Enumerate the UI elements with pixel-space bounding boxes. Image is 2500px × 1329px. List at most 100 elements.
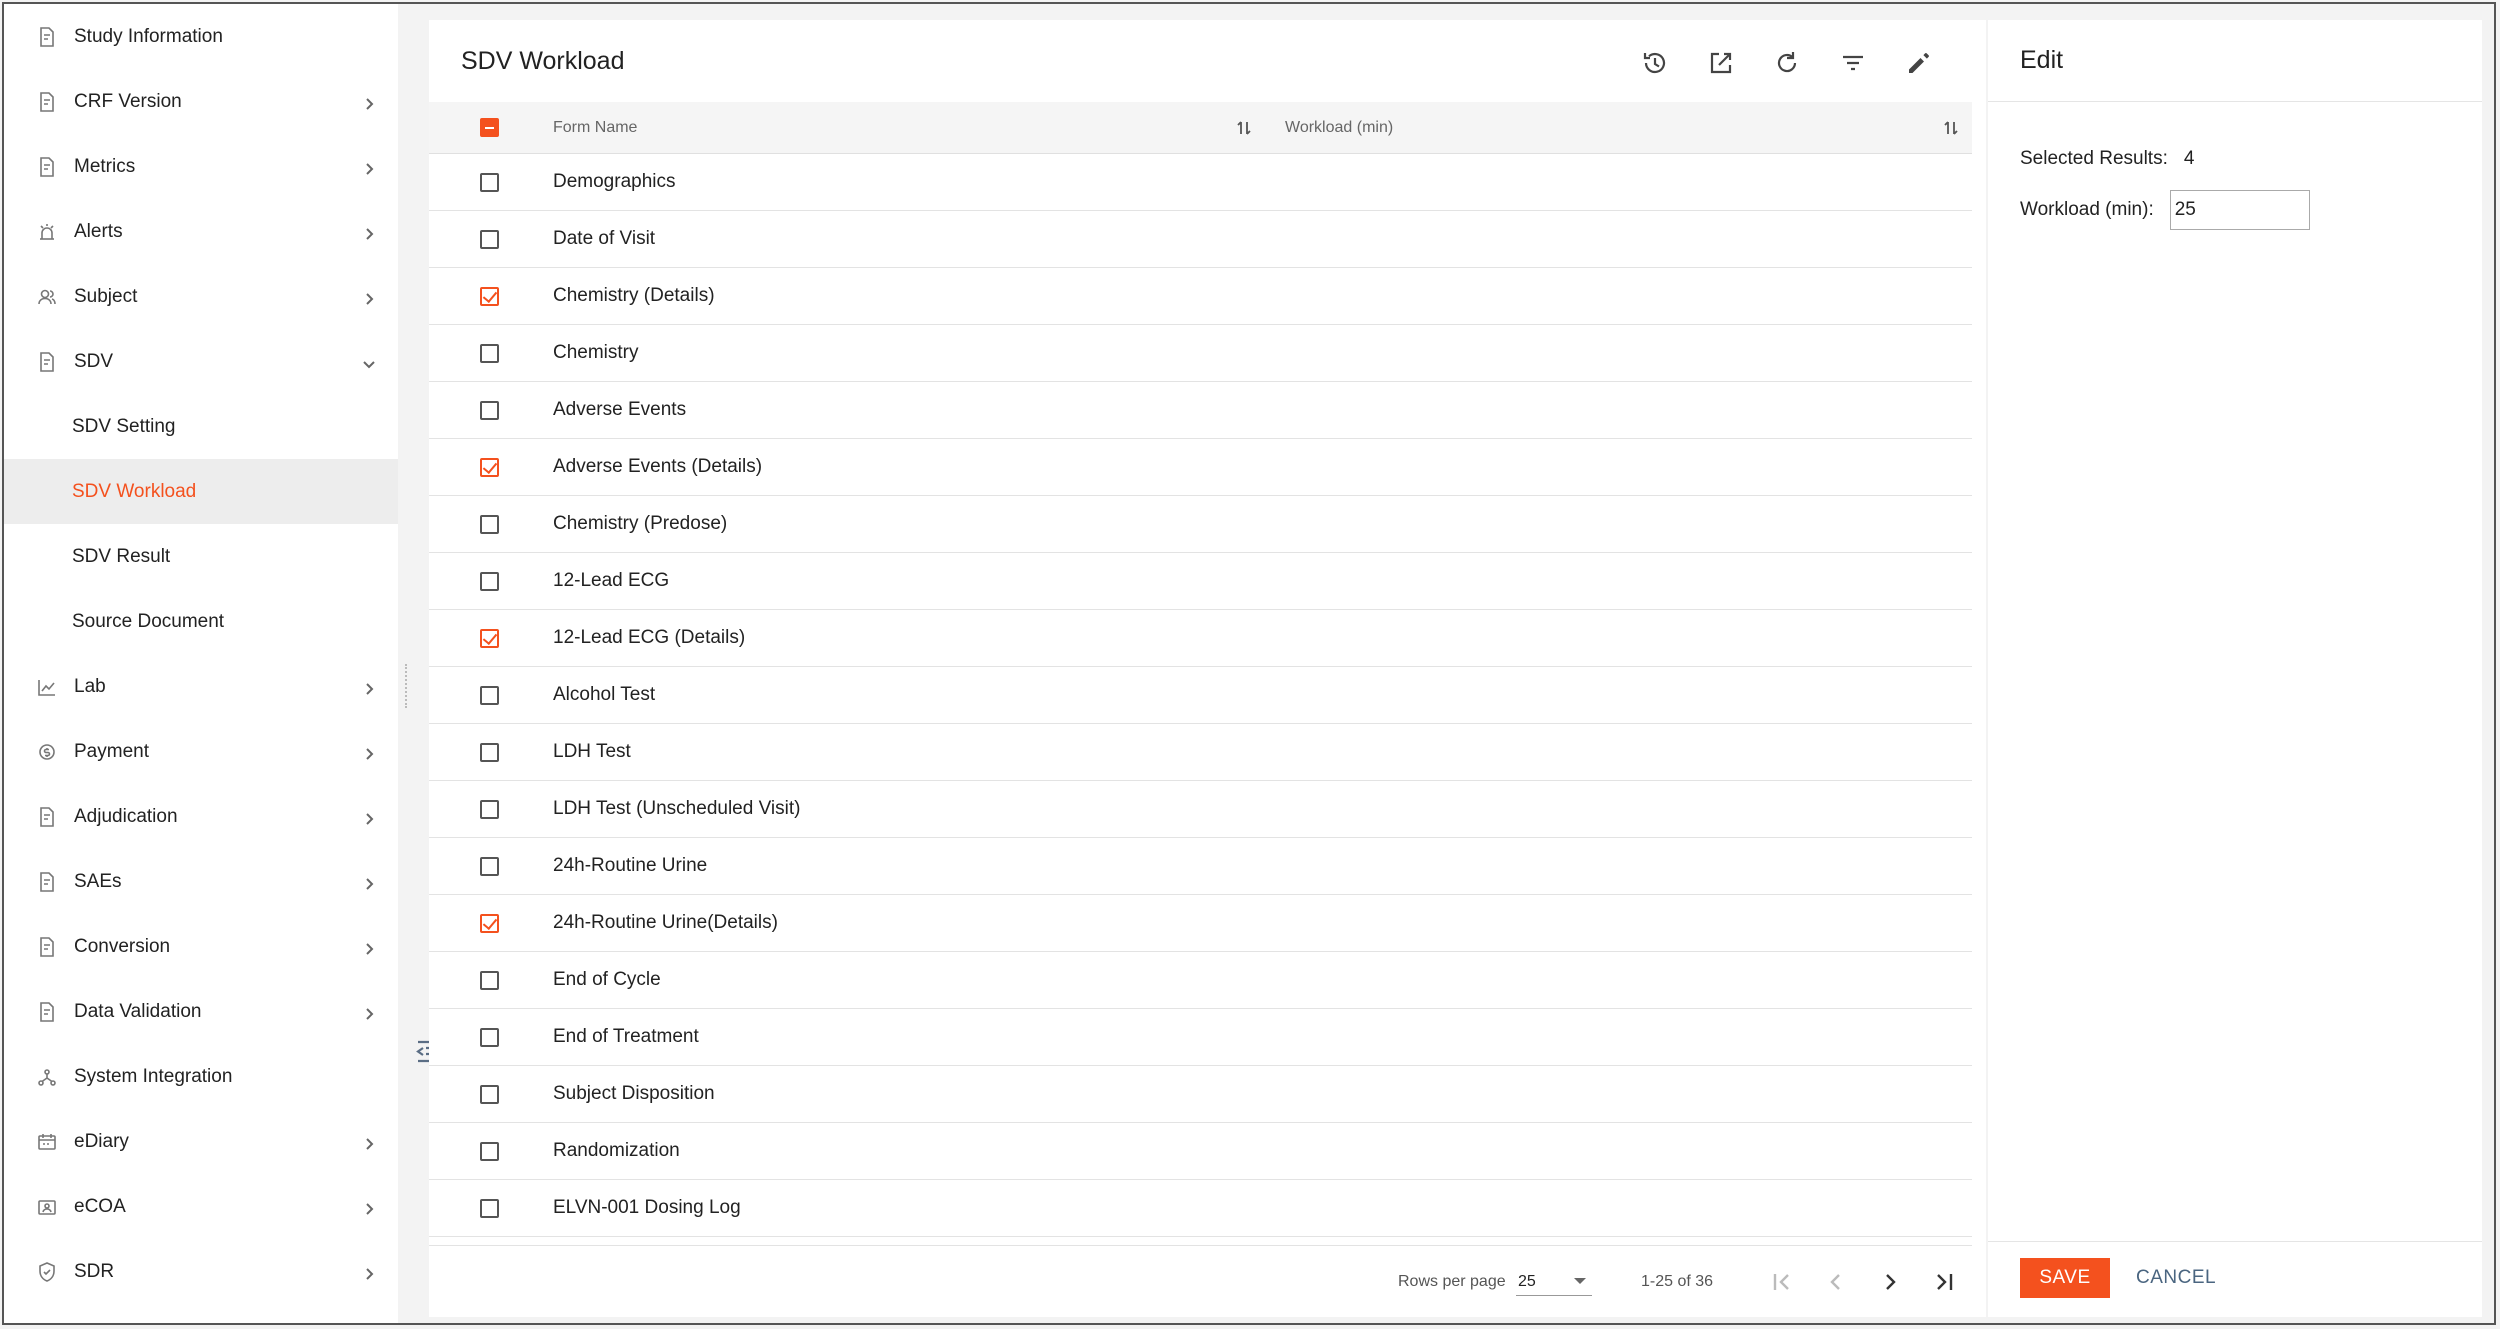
row-checkbox[interactable] — [479, 571, 499, 591]
sidebar-item-ediary[interactable]: eDiary — [4, 1109, 398, 1174]
form-name-cell: 12-Lead ECG (Details) — [553, 627, 746, 648]
previous-page-icon[interactable] — [1823, 1264, 1849, 1300]
chevron-right-icon[interactable] — [362, 745, 376, 760]
row-checkbox[interactable] — [479, 1084, 499, 1104]
save-button[interactable]: SAVE — [2020, 1258, 2110, 1298]
table-row[interactable]: Chemistry — [429, 325, 1972, 382]
row-checkbox[interactable] — [479, 742, 499, 762]
row-checkbox[interactable] — [479, 1198, 499, 1218]
table-row[interactable]: Chemistry (Details) — [429, 268, 1972, 325]
table-row[interactable]: 12-Lead ECG (Details) — [429, 610, 1972, 667]
sidebar-resize-handle[interactable] — [402, 664, 410, 708]
table-row[interactable]: Date of Visit — [429, 211, 1972, 268]
rows-per-page-select[interactable]: 25 — [1516, 1268, 1592, 1296]
first-page-icon[interactable] — [1769, 1264, 1795, 1300]
chevron-right-icon[interactable] — [362, 290, 376, 305]
row-checkbox[interactable] — [479, 400, 499, 420]
table-row[interactable]: 12-Lead ECG — [429, 553, 1972, 610]
sidebar-item-saes[interactable]: SAEs — [4, 849, 398, 914]
sidebar-item-data-validation[interactable]: Data Validation — [4, 979, 398, 1044]
row-checkbox[interactable] — [479, 1027, 499, 1047]
row-checkbox[interactable] — [479, 799, 499, 819]
sidebar-item-subject[interactable]: Subject — [4, 264, 398, 329]
form-name-cell: 24h-Routine Urine(Details) — [553, 912, 778, 933]
main-header: SDV Workload — [429, 20, 1986, 102]
table-row[interactable]: LDH Test — [429, 724, 1972, 781]
sort-icon[interactable] — [1942, 119, 1960, 137]
chevron-right-icon[interactable] — [362, 95, 376, 110]
cancel-button[interactable]: CANCEL — [2128, 1258, 2224, 1298]
sidebar-item-metrics[interactable]: Metrics — [4, 134, 398, 199]
row-checkbox[interactable] — [479, 628, 499, 648]
row-checkbox[interactable] — [479, 856, 499, 876]
sidebar-item-adjudication[interactable]: Adjudication — [4, 784, 398, 849]
row-checkbox[interactable] — [479, 514, 499, 534]
row-checkbox[interactable] — [479, 913, 499, 933]
sidebar-item-payment[interactable]: Payment — [4, 719, 398, 784]
row-checkbox[interactable] — [479, 457, 499, 477]
sidebar-item-study-information[interactable]: Study Information — [4, 4, 398, 69]
workload-cell — [1265, 1066, 1972, 1122]
chevron-down-icon[interactable] — [362, 355, 376, 369]
chevron-right-icon[interactable] — [362, 680, 376, 695]
sidebar-item-sdv-result[interactable]: SDV Result — [4, 524, 398, 589]
next-page-icon[interactable] — [1877, 1264, 1903, 1300]
last-page-icon[interactable] — [1931, 1264, 1957, 1300]
sidebar-item-system-integration[interactable]: System Integration — [4, 1044, 398, 1109]
table-row[interactable]: Subject Disposition — [429, 1066, 1972, 1123]
column-header-form-name[interactable]: Form Name — [553, 119, 637, 137]
table-row[interactable]: Adverse Events (Details) — [429, 439, 1972, 496]
chevron-right-icon[interactable] — [362, 1135, 376, 1150]
chevron-right-icon[interactable] — [362, 940, 376, 955]
edit-pencil-icon[interactable] — [1900, 44, 1938, 82]
chevron-right-icon[interactable] — [362, 810, 376, 825]
form-name-cell: Chemistry — [553, 342, 639, 363]
table-row[interactable]: Chemistry (Predose) — [429, 496, 1972, 553]
sort-icon[interactable] — [1235, 119, 1253, 137]
workload-field: Workload (min): — [2020, 190, 2310, 230]
sidebar-item-lab[interactable]: Lab — [4, 654, 398, 719]
chevron-right-icon[interactable] — [362, 1005, 376, 1020]
chevron-right-icon[interactable] — [362, 225, 376, 240]
sidebar-item-sdv-setting[interactable]: SDV Setting — [4, 394, 398, 459]
workload-input[interactable] — [2169, 190, 2310, 230]
refresh-icon[interactable] — [1768, 44, 1806, 82]
open-external-icon[interactable] — [1702, 44, 1740, 82]
row-checkbox[interactable] — [479, 970, 499, 990]
table-row[interactable]: ELVN-001 Dosing Log — [429, 1180, 1972, 1237]
table-row[interactable]: LDH Test (Unscheduled Visit) — [429, 781, 1972, 838]
sidebar-item-source-document[interactable]: Source Document — [4, 589, 398, 654]
table-row[interactable]: 24h-Routine Urine — [429, 838, 1972, 895]
table-row[interactable]: 24h-Routine Urine(Details) — [429, 895, 1972, 952]
table-row[interactable]: Alcohol Test — [429, 667, 1972, 724]
chevron-right-icon[interactable] — [362, 1200, 376, 1215]
select-all-checkbox[interactable] — [479, 118, 499, 137]
sidebar-item-sdr[interactable]: SDR — [4, 1239, 398, 1304]
row-checkbox[interactable] — [479, 229, 499, 249]
sidebar-item-conversion[interactable]: Conversion — [4, 914, 398, 979]
sidebar-item-crf-version[interactable]: CRF Version — [4, 69, 398, 134]
table-row[interactable]: End of Cycle — [429, 952, 1972, 1009]
table-row[interactable]: Demographics — [429, 154, 1972, 211]
chevron-right-icon[interactable] — [362, 160, 376, 175]
column-header-workload[interactable]: Workload (min) — [1285, 119, 1393, 137]
row-checkbox[interactable] — [479, 172, 499, 192]
row-checkbox[interactable] — [479, 286, 499, 306]
table-row[interactable]: Randomization — [429, 1123, 1972, 1180]
page-range-info: 1-25 of 36 — [1641, 1273, 1714, 1290]
row-checkbox[interactable] — [479, 1141, 499, 1161]
filter-icon[interactable] — [1834, 44, 1872, 82]
history-icon[interactable] — [1636, 44, 1674, 82]
workload-cell — [1265, 553, 1972, 609]
row-checkbox[interactable] — [479, 685, 499, 705]
sidebar-item-sdv-workload[interactable]: SDV Workload — [4, 459, 398, 524]
sidebar-item-ecoa[interactable]: eCOA — [4, 1174, 398, 1239]
sidebar-item-sdv[interactable]: SDV — [4, 329, 398, 394]
table-row[interactable]: End of Treatment — [429, 1009, 1972, 1066]
chevron-right-icon[interactable] — [362, 1265, 376, 1280]
chevron-right-icon[interactable] — [362, 875, 376, 890]
grid-body: Demographics Date of Visit Chemistry (Deta… — [429, 154, 1972, 1237]
sidebar-item-alerts[interactable]: Alerts — [4, 199, 398, 264]
row-checkbox[interactable] — [479, 343, 499, 363]
table-row[interactable]: Adverse Events — [429, 382, 1972, 439]
